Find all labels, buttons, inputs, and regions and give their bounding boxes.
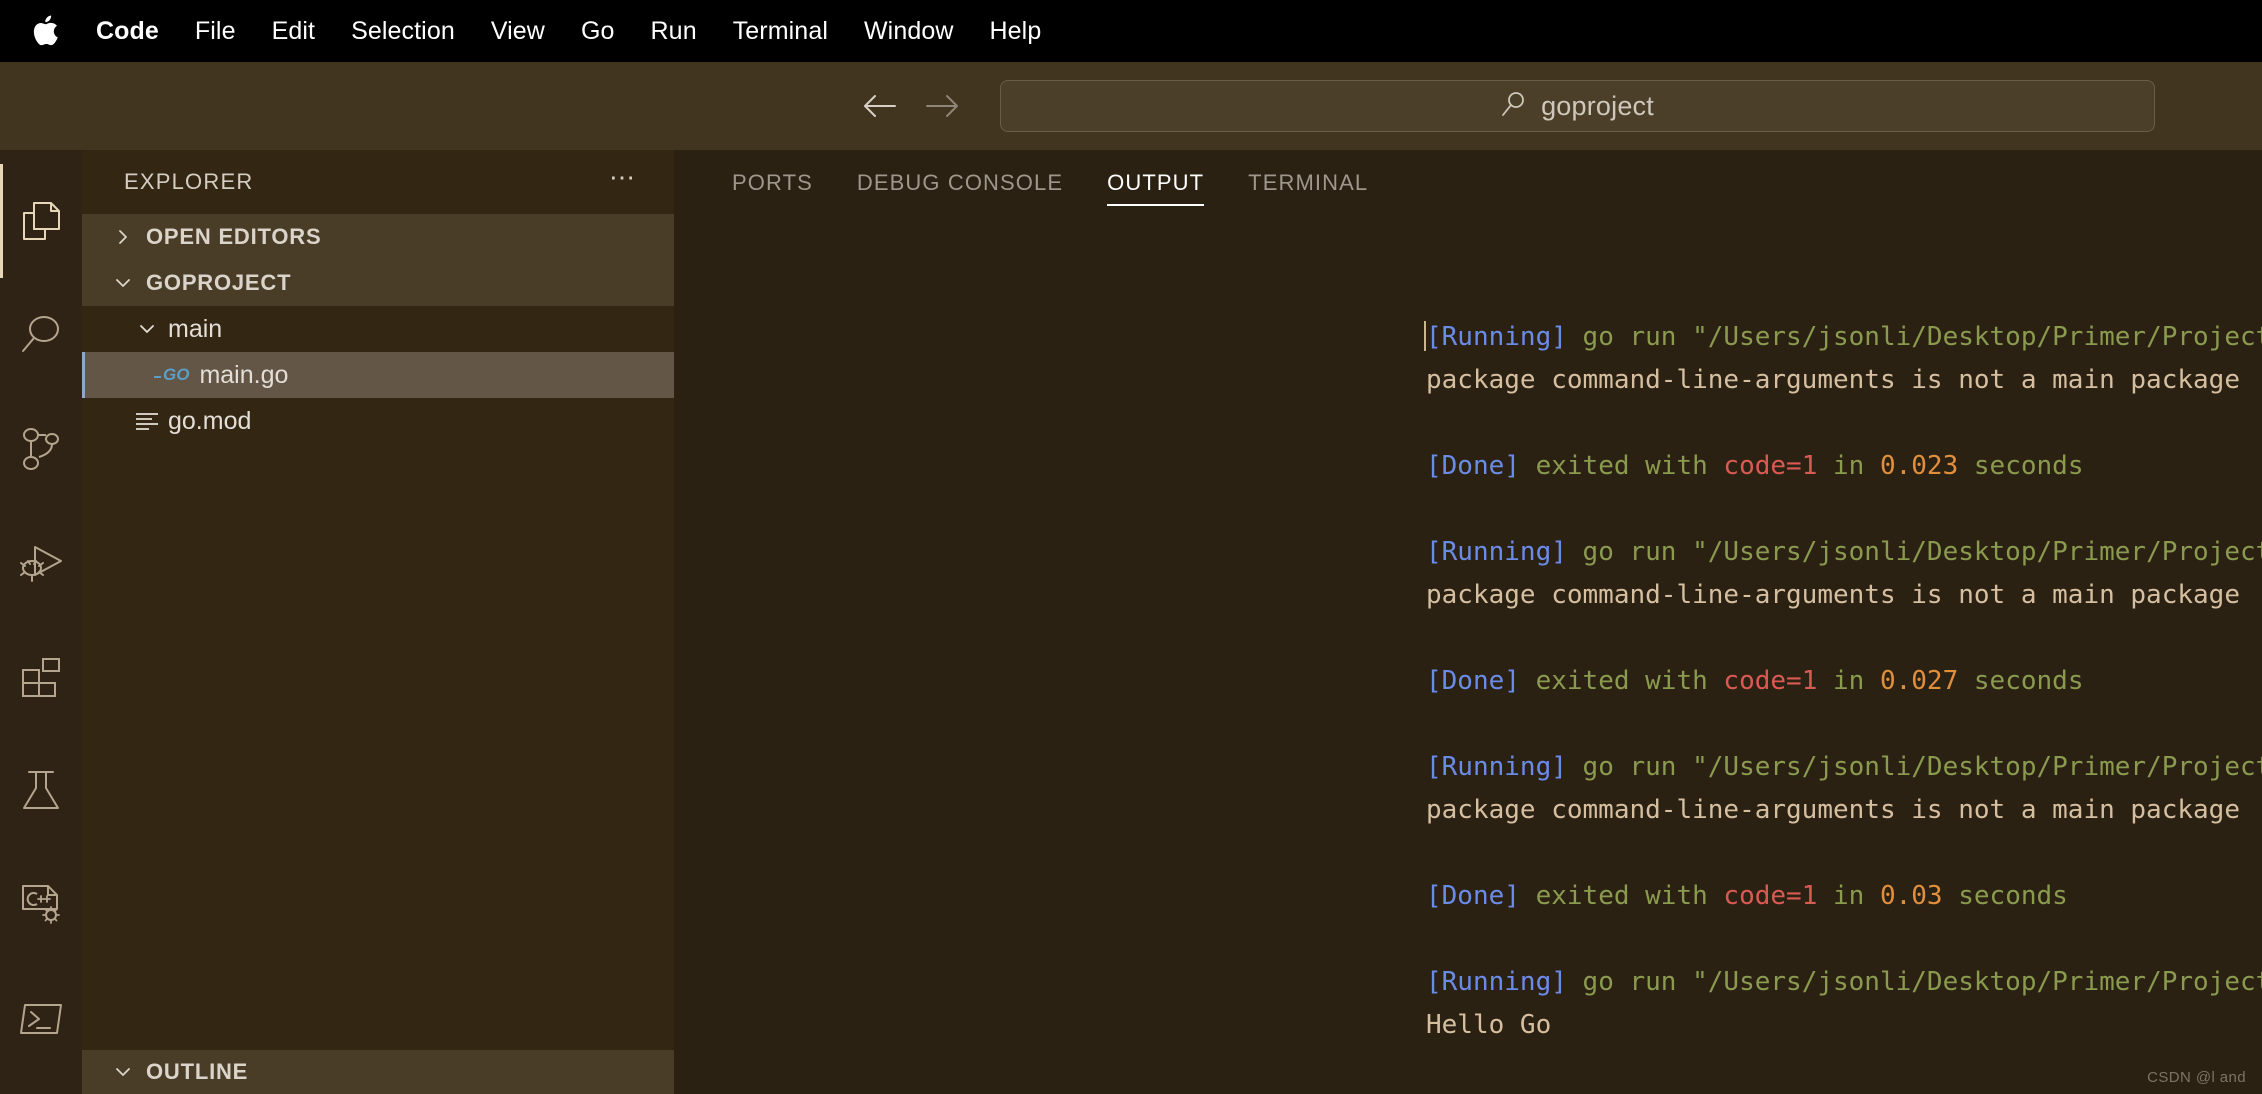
arrow-left-icon[interactable] — [862, 89, 896, 123]
macos-menu-item-view[interactable]: View — [473, 17, 563, 46]
macos-menu-item-edit[interactable]: Edit — [254, 17, 333, 46]
apple-logo-icon[interactable] — [30, 13, 60, 49]
explorer-header: EXPLORER ⋯ — [82, 150, 674, 214]
output-line-done: [Done] exited with code=1 in 0.027 secon… — [1426, 666, 2084, 696]
tab-output[interactable]: OUTPUT — [1085, 150, 1226, 216]
more-actions-icon[interactable]: ⋯ — [609, 164, 638, 192]
output-line-plain: package command-line-arguments is not a … — [1426, 580, 2240, 610]
output-line-running: [Running] go run "/Users/jsonli/Desktop/… — [1426, 537, 2262, 567]
output-line-plain: package command-line-arguments is not a … — [1426, 795, 2240, 825]
vscode-window: goproject EXPLORER ⋯ OPEN EDITORS GOPROJ… — [0, 62, 2262, 1094]
macos-menu-bar: Code File Edit Selection View Go Run Ter… — [0, 0, 2262, 62]
output-line-done: [Done] exited with code=1 in 0.023 secon… — [1426, 451, 2084, 481]
arrow-right-icon[interactable] — [926, 89, 960, 123]
macos-menu-item-terminal[interactable]: Terminal — [715, 17, 846, 46]
output-panel: PORTS DEBUG CONSOLE OUTPUT TERMINAL [Run… — [674, 150, 2262, 1094]
page-title: EXPLORER — [124, 169, 254, 194]
output-line-done: [Done] exited with code=1 in 0.03 second… — [1426, 881, 2068, 911]
tab-terminal[interactable]: TERMINAL — [1226, 150, 1390, 216]
output-line-running: [Running] go run "/Users/jsonli/Desktop/… — [1424, 321, 2262, 352]
output-line-running: [Running] go run "/Users/jsonli/Desktop/… — [1426, 967, 2262, 997]
output-line-blank — [1426, 703, 2262, 746]
macos-menu-item-file[interactable]: File — [177, 17, 254, 46]
vscode-title-bar: goproject — [0, 62, 2262, 150]
output-line-blank — [1426, 832, 2262, 875]
tab-debug-console[interactable]: DEBUG CONSOLE — [835, 150, 1085, 216]
macos-menu-item-run[interactable]: Run — [633, 17, 715, 46]
macos-menu-item-code[interactable]: Code — [90, 17, 177, 46]
macos-menu-item-go[interactable]: Go — [563, 17, 633, 46]
macos-menu-item-selection[interactable]: Selection — [333, 17, 473, 46]
output-line-blank — [1426, 488, 2262, 531]
output-line-blank — [1426, 402, 2262, 445]
macos-menu-item-help[interactable]: Help — [972, 17, 1060, 46]
navigation-buttons — [862, 89, 960, 123]
watermark-text: CSDN @l and — [2147, 1069, 2246, 1086]
output-line-done: [Done] exited with code=0 in 0.659 secon… — [1426, 1090, 2262, 1094]
search-icon — [1501, 91, 1527, 122]
macos-menu-item-window[interactable]: Window — [846, 17, 972, 46]
output-console[interactable]: [Running] go run "/Users/jsonli/Desktop/… — [0, 216, 2262, 1094]
search-input[interactable]: goproject — [1000, 80, 2155, 132]
tab-ports[interactable]: PORTS — [710, 150, 835, 216]
output-line-blank — [1426, 617, 2262, 660]
output-line-blank — [1426, 1047, 2262, 1090]
search-input-value: goproject — [1541, 90, 1654, 121]
vscode-body: EXPLORER ⋯ OPEN EDITORS GOPROJECT main G… — [0, 150, 2262, 1094]
output-line-plain: Hello Go — [1426, 1010, 1552, 1040]
output-line-blank — [1426, 918, 2262, 961]
output-line-plain: package command-line-arguments is not a … — [1426, 365, 2240, 395]
output-line-running: [Running] go run "/Users/jsonli/Desktop/… — [1426, 752, 2262, 782]
output-line-list: [Running] go run "/Users/jsonli/Desktop/… — [674, 316, 2262, 1094]
panel-tab-bar: PORTS DEBUG CONSOLE OUTPUT TERMINAL — [674, 150, 2262, 216]
macos-menu-items: Code File Edit Selection View Go Run Ter… — [90, 17, 1059, 46]
text-cursor — [1424, 321, 1426, 351]
